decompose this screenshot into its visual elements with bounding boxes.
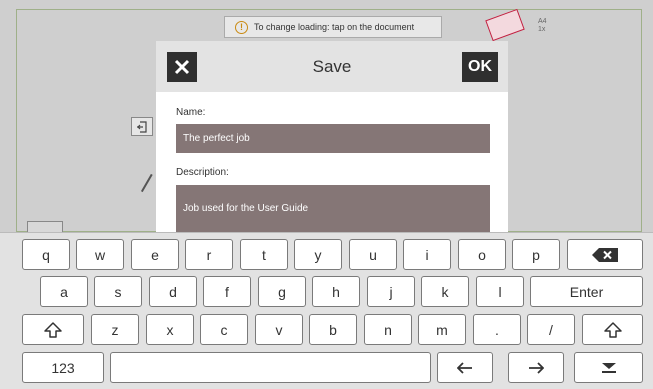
key-q[interactable]: q [22, 239, 70, 270]
name-field[interactable]: The perfect job [176, 124, 490, 153]
key-k[interactable]: k [421, 276, 469, 307]
hide-keyboard-icon [601, 362, 616, 373]
shift-icon [44, 321, 62, 338]
key-period[interactable]: . [473, 314, 521, 345]
loading-hint-text: To change loading: tap on the document [254, 22, 415, 32]
enter-key[interactable]: Enter [530, 276, 643, 307]
description-value: Job used for the User Guide [183, 203, 309, 214]
space-key[interactable] [110, 352, 431, 383]
key-h[interactable]: h [312, 276, 360, 307]
key-z[interactable]: z [91, 314, 139, 345]
shift-left-key[interactable] [22, 314, 84, 345]
key-g[interactable]: g [258, 276, 306, 307]
paper-count: 1x [538, 26, 546, 33]
dialog-title: Save [312, 57, 352, 76]
key-e[interactable]: e [131, 239, 179, 270]
arrow-right-icon [529, 361, 544, 374]
shift-icon [603, 321, 622, 338]
key-a[interactable]: a [40, 276, 88, 307]
arrow-left-icon [457, 361, 472, 374]
loading-hint: ! To change loading: tap on the document [224, 16, 442, 38]
name-value: The perfect job [183, 133, 250, 144]
exit-icon[interactable] [131, 117, 153, 136]
save-dialog: Save OK Name: The perfect job Descriptio… [156, 41, 508, 232]
key-n[interactable]: n [364, 314, 412, 345]
key-l[interactable]: l [476, 276, 524, 307]
backspace-icon [592, 247, 618, 262]
key-c[interactable]: c [200, 314, 248, 345]
key-f[interactable]: f [203, 276, 251, 307]
description-field[interactable]: Job used for the User Guide [176, 185, 490, 232]
dialog-header: Save OK [156, 41, 508, 92]
key-x[interactable]: x [146, 314, 194, 345]
on-screen-keyboard: q w e r t y u i o p a s d f g h j k l En… [0, 232, 653, 389]
key-t[interactable]: t [240, 239, 288, 270]
key-s[interactable]: s [94, 276, 142, 307]
key-j[interactable]: j [367, 276, 415, 307]
key-y[interactable]: y [294, 239, 342, 270]
backspace-key[interactable] [567, 239, 643, 270]
key-v[interactable]: v [255, 314, 303, 345]
key-m[interactable]: m [418, 314, 466, 345]
ok-button[interactable]: OK [462, 52, 498, 82]
key-i[interactable]: i [403, 239, 451, 270]
arrow-right-key[interactable] [508, 352, 564, 383]
key-slash[interactable]: / [527, 314, 575, 345]
description-label: Description: [176, 167, 229, 178]
key-b[interactable]: b [309, 314, 357, 345]
key-d[interactable]: d [149, 276, 197, 307]
arrow-left-key[interactable] [437, 352, 493, 383]
shift-right-key[interactable] [582, 314, 643, 345]
paper-label: A4 1x [538, 18, 547, 34]
key-r[interactable]: r [185, 239, 233, 270]
name-label: Name: [176, 107, 206, 118]
key-u[interactable]: u [349, 239, 397, 270]
key-p[interactable]: p [512, 239, 560, 270]
info-icon: ! [235, 20, 248, 34]
key-o[interactable]: o [458, 239, 506, 270]
numbers-key[interactable]: 123 [22, 352, 104, 383]
key-w[interactable]: w [76, 239, 124, 270]
paper-size: A4 [538, 18, 547, 25]
hide-keyboard-key[interactable] [574, 352, 643, 383]
